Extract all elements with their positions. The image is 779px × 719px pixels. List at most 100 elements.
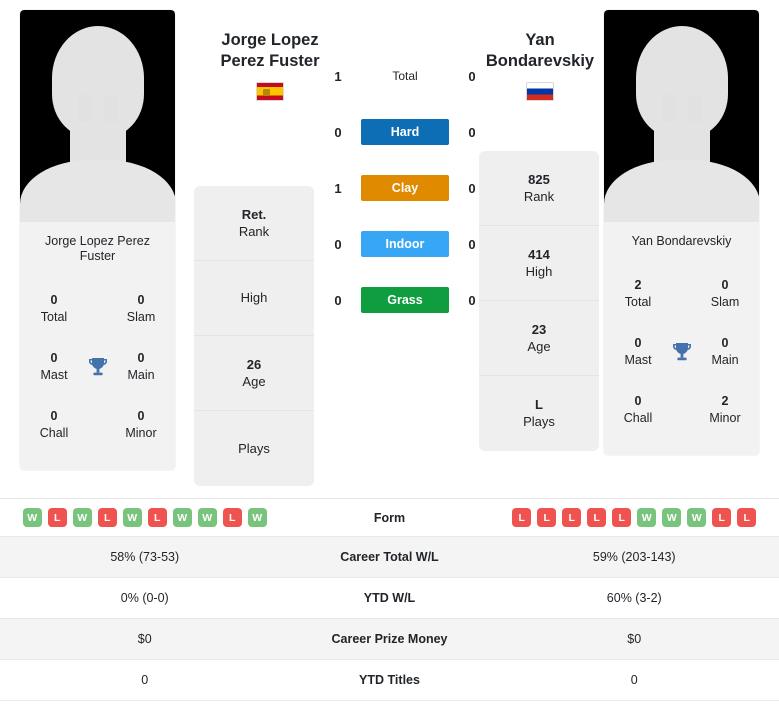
surface-score-left-indoor: 0 xyxy=(334,236,342,252)
form-badge: W xyxy=(22,508,42,527)
info-label-plays-right: Plays xyxy=(523,414,555,429)
titles-total-value-left: 0 xyxy=(50,293,58,307)
info-label-high-right: High xyxy=(525,263,553,279)
titles-chall-label-left: Chall xyxy=(39,426,69,440)
table-row-ytd-titles: 0 YTD Titles 0 xyxy=(0,660,779,701)
titles-minor-label-right: Minor xyxy=(709,411,741,425)
table-label-ytd-titles: YTD Titles xyxy=(359,673,420,687)
head-to-head-comparison: Jorge Lopez Perez Fuster 0 Total 0 Slam … xyxy=(0,0,779,492)
titles-total-value-right: 2 xyxy=(634,278,642,292)
table-label-form: Form xyxy=(373,510,406,525)
titles-main-left: 0 Main xyxy=(117,350,165,384)
info-panel-left: Ret. Rank High 26 Age Plays xyxy=(194,186,314,486)
surface-chip-indoor[interactable]: Indoor xyxy=(361,231,449,257)
titles-row-mid-left: 0 Mast 0 Main xyxy=(20,338,175,396)
titles-minor-left: 0 Minor xyxy=(117,408,165,442)
surface-row-total: 1 Total 0 xyxy=(330,58,480,94)
form-badge: L xyxy=(562,508,582,527)
surface-chip-grass[interactable]: Grass xyxy=(361,287,449,313)
table-label-career-total-wl: Career Total W/L xyxy=(340,550,439,564)
career-prize-money-left: $0 xyxy=(137,632,152,646)
titles-chall-label-right: Chall xyxy=(623,411,653,425)
titles-main-right: 0 Main xyxy=(701,335,749,369)
info-value-high-right: 414 xyxy=(528,246,550,262)
form-badge: L xyxy=(47,508,67,527)
player-card-left[interactable]: Jorge Lopez Perez Fuster 0 Total 0 Slam … xyxy=(20,10,175,470)
player-card-name-right: Yan Bondarevskiy xyxy=(631,234,732,248)
info-value-plays-right: L xyxy=(535,397,543,412)
titles-grid-right: 2 Total 0 Slam 0 Mast 0 Main 0 Chall 2 M… xyxy=(604,259,759,455)
ytd-titles-right: 0 xyxy=(630,673,638,687)
form-badge: W xyxy=(247,508,267,527)
surface-score-left-clay: 1 xyxy=(334,180,342,196)
titles-total-right: 2 Total xyxy=(614,277,662,311)
table-row-career-total-wl: 58% (73-53) Career Total W/L 59% (203-14… xyxy=(0,537,779,578)
info-label-high-left: High xyxy=(240,290,268,305)
info-label-rank-right: Rank xyxy=(523,188,555,204)
titles-chall-left: 0 Chall xyxy=(30,408,78,442)
surface-row-grass: 0 Grass 0 xyxy=(330,282,480,318)
avatar-silhouette-body xyxy=(20,160,175,222)
avatar-silhouette-ear-left xyxy=(77,94,92,124)
form-badge: W xyxy=(662,508,682,527)
info-panel-right: 825 Rank 414 High 23 Age L Plays xyxy=(479,151,599,451)
surface-chip-hard[interactable]: Hard xyxy=(361,119,449,145)
flag-icon-spain xyxy=(256,82,284,101)
titles-chall-value-left: 0 xyxy=(50,409,58,423)
trophy-icon xyxy=(668,338,696,366)
info-cell-high-right: 414 High xyxy=(479,226,599,301)
titles-main-value-right: 0 xyxy=(721,336,729,350)
player-name-right-line2: Bondarevskiy xyxy=(485,52,595,70)
info-label-age-right: Age xyxy=(527,338,551,354)
form-badge: L xyxy=(222,508,242,527)
titles-main-label-right: Main xyxy=(711,353,739,367)
form-badge: L xyxy=(612,508,632,527)
titles-total-label-left: Total xyxy=(40,310,68,324)
flag-icon-russia xyxy=(526,82,554,101)
titles-minor-value-left: 0 xyxy=(137,409,145,423)
form-badge: W xyxy=(72,508,92,527)
comparison-stats-table: WLWLWLWWLW Form LLLLLWWWLL 58% (73-53) C… xyxy=(0,498,779,701)
titles-mast-right: 0 Mast xyxy=(614,335,662,369)
surface-chip-clay[interactable]: Clay xyxy=(361,175,449,201)
titles-slam-value-right: 0 xyxy=(721,278,729,292)
player-photo-left xyxy=(20,10,175,222)
form-badges-left: WLWLWLWWLW xyxy=(0,508,290,527)
avatar-silhouette-body xyxy=(604,160,759,222)
surface-score-right-indoor: 0 xyxy=(468,236,476,252)
form-badge: L xyxy=(512,508,532,527)
form-badge: W xyxy=(197,508,217,527)
surface-row-indoor: 0 Indoor 0 xyxy=(330,226,480,262)
titles-slam-right: 0 Slam xyxy=(701,277,749,311)
titles-row-bottom-right: 0 Chall 2 Minor xyxy=(604,381,759,439)
player-name-header-right[interactable]: Yan Bondarevskiy xyxy=(455,30,625,101)
surface-score-left-grass: 0 xyxy=(334,292,342,308)
form-badge: W xyxy=(687,508,707,527)
titles-slam-left: 0 Slam xyxy=(117,292,165,326)
form-badge: W xyxy=(637,508,657,527)
info-value-age-left: 26 xyxy=(246,356,262,372)
titles-chall-right: 0 Chall xyxy=(614,393,662,427)
titles-row-top-left: 0 Total 0 Slam xyxy=(20,280,175,338)
info-cell-age-right: 23 Age xyxy=(479,301,599,376)
titles-minor-right: 2 Minor xyxy=(701,393,749,427)
titles-row-bottom-left: 0 Chall 0 Minor xyxy=(20,396,175,454)
info-cell-plays-left: Plays xyxy=(194,411,314,486)
form-badge: L xyxy=(537,508,557,527)
info-cell-rank-right: 825 Rank xyxy=(479,151,599,226)
titles-mast-label-right: Mast xyxy=(624,353,652,367)
surface-score-right-total: 0 xyxy=(468,68,476,84)
surface-score-left-total: 1 xyxy=(334,68,342,84)
career-total-wl-left: 58% (73-53) xyxy=(110,550,180,564)
info-label-rank-left: Rank xyxy=(238,223,270,239)
form-badge: W xyxy=(122,508,142,527)
form-badge: L xyxy=(712,508,732,527)
titles-mast-left: 0 Mast xyxy=(30,350,78,384)
info-label-plays-left: Plays xyxy=(238,440,270,456)
titles-row-mid-right: 0 Mast 0 Main xyxy=(604,323,759,381)
titles-chall-value-right: 0 xyxy=(634,394,642,408)
player-card-right[interactable]: Yan Bondarevskiy 2 Total 0 Slam 0 Mast 0… xyxy=(604,10,759,455)
form-badge: L xyxy=(147,508,167,527)
table-row-form: WLWLWLWWLW Form LLLLLWWWLL xyxy=(0,499,779,537)
info-value-rank-left: Ret. xyxy=(241,206,267,222)
